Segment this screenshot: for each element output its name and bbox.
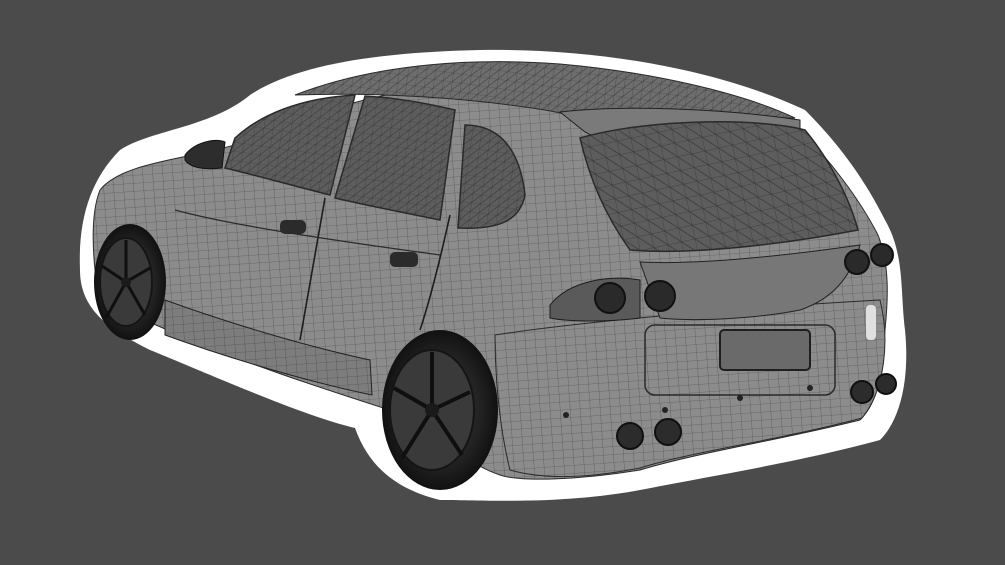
rear-wheel bbox=[382, 330, 498, 490]
front-door-handle bbox=[280, 220, 306, 234]
exhaust-left-1 bbox=[616, 422, 644, 450]
exhaust-right-1 bbox=[850, 380, 874, 404]
side-reflector bbox=[866, 305, 876, 340]
right-tail-lamp-outer bbox=[870, 243, 894, 267]
front-hub bbox=[121, 277, 131, 287]
license-plate bbox=[719, 329, 811, 371]
front-wheel bbox=[94, 224, 166, 340]
exhaust-left-2 bbox=[654, 418, 682, 446]
exhaust-right-2 bbox=[875, 373, 897, 395]
car-render bbox=[0, 0, 1005, 565]
rear-hub bbox=[425, 403, 439, 417]
viewport bbox=[0, 0, 1005, 565]
right-tail-lamp-inner bbox=[844, 249, 870, 275]
left-tail-lamp-outer bbox=[644, 280, 676, 312]
rear-door-handle bbox=[390, 252, 418, 267]
left-tail-lamp-inner bbox=[594, 282, 626, 314]
